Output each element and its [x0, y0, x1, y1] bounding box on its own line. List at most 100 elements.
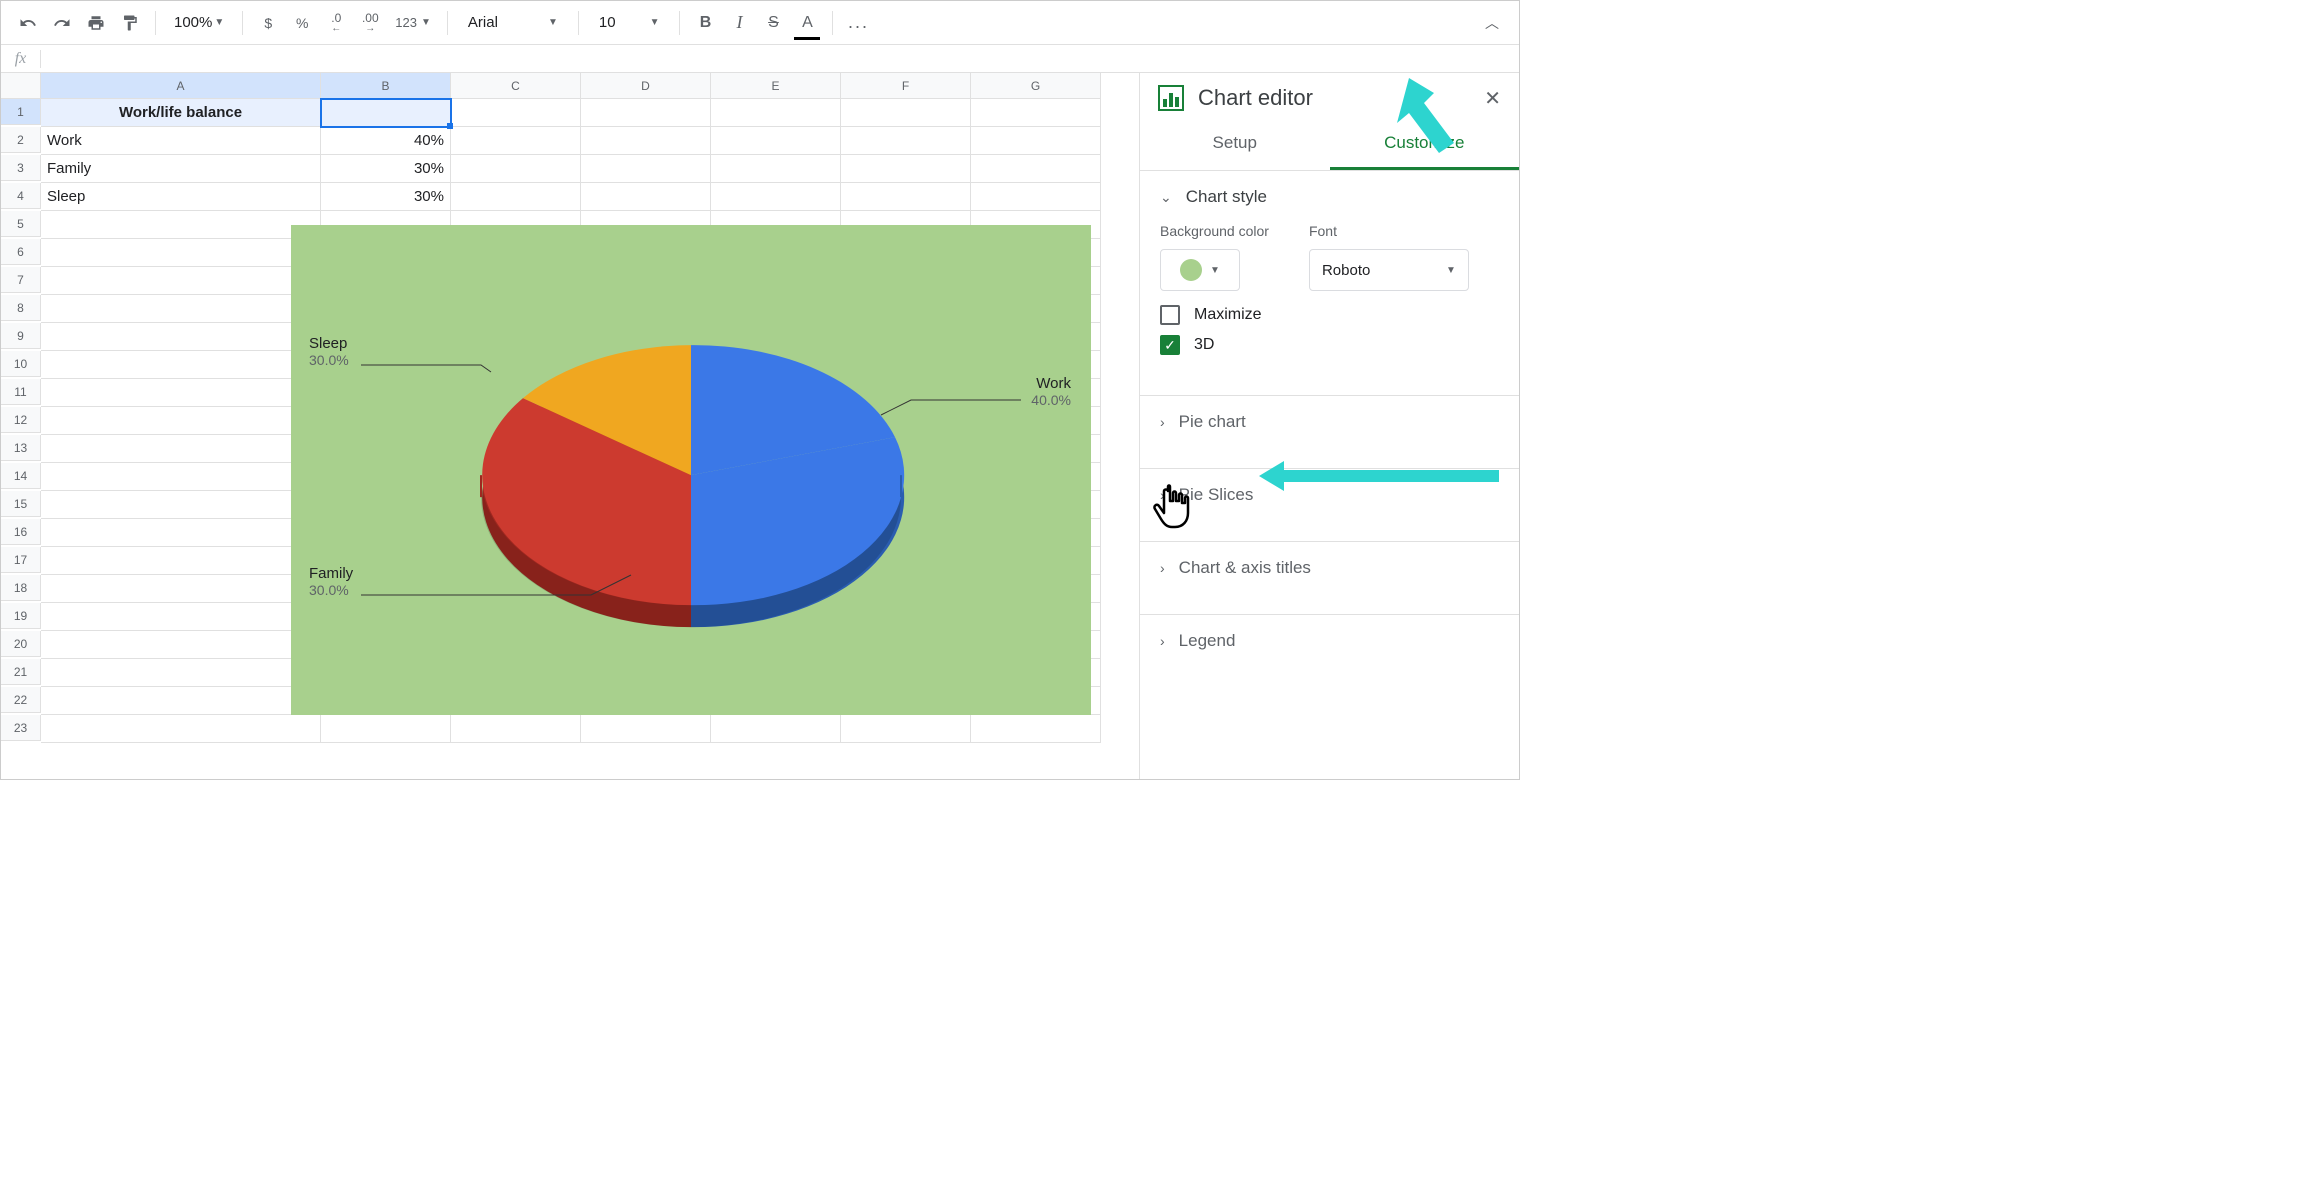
- cell[interactable]: [581, 127, 711, 155]
- cell[interactable]: [41, 463, 321, 491]
- row-header-4[interactable]: 4: [1, 183, 41, 209]
- section-pie-slices[interactable]: › Pie Slices: [1140, 468, 1519, 521]
- bold-button[interactable]: B: [690, 8, 720, 38]
- row-header-16[interactable]: 16: [1, 519, 41, 545]
- print-button[interactable]: [81, 8, 111, 38]
- col-header-G[interactable]: G: [971, 73, 1101, 99]
- row-header-11[interactable]: 11: [1, 379, 41, 405]
- cell[interactable]: [41, 323, 321, 351]
- cell[interactable]: [581, 155, 711, 183]
- cell[interactable]: [41, 351, 321, 379]
- cell[interactable]: [41, 407, 321, 435]
- cell[interactable]: [841, 127, 971, 155]
- row-header-21[interactable]: 21: [1, 659, 41, 685]
- cell[interactable]: [711, 127, 841, 155]
- cell-B4[interactable]: 30%: [321, 183, 451, 211]
- cell[interactable]: [711, 99, 841, 127]
- row-header-17[interactable]: 17: [1, 547, 41, 573]
- row-header-8[interactable]: 8: [1, 295, 41, 321]
- cell-B1[interactable]: [321, 99, 451, 127]
- cell[interactable]: [841, 155, 971, 183]
- cell[interactable]: [41, 687, 321, 715]
- cell[interactable]: [711, 183, 841, 211]
- close-button[interactable]: ✕: [1484, 86, 1501, 111]
- font-picker[interactable]: Roboto▼: [1309, 249, 1469, 291]
- cell[interactable]: [841, 99, 971, 127]
- cell[interactable]: [581, 183, 711, 211]
- cell[interactable]: [41, 491, 321, 519]
- cell-A2[interactable]: Work: [41, 127, 321, 155]
- row-header-14[interactable]: 14: [1, 463, 41, 489]
- cell-A1[interactable]: Work/life balance: [41, 99, 321, 127]
- cell[interactable]: [841, 715, 971, 743]
- row-header-2[interactable]: 2: [1, 127, 41, 153]
- cell[interactable]: [971, 183, 1101, 211]
- row-header-5[interactable]: 5: [1, 211, 41, 237]
- cell[interactable]: [451, 99, 581, 127]
- cell[interactable]: [41, 295, 321, 323]
- section-legend[interactable]: › Legend: [1140, 614, 1519, 667]
- cell[interactable]: [971, 715, 1101, 743]
- row-header-12[interactable]: 12: [1, 407, 41, 433]
- cell[interactable]: [971, 155, 1101, 183]
- more-button[interactable]: ...: [843, 8, 873, 38]
- font-select[interactable]: Arial▼: [458, 14, 568, 31]
- row-header-7[interactable]: 7: [1, 267, 41, 293]
- row-header-20[interactable]: 20: [1, 631, 41, 657]
- cell[interactable]: [41, 575, 321, 603]
- cell-B3[interactable]: 30%: [321, 155, 451, 183]
- formula-bar[interactable]: fx: [1, 45, 1519, 73]
- cell[interactable]: [971, 127, 1101, 155]
- cell-A3[interactable]: Family: [41, 155, 321, 183]
- row-header-10[interactable]: 10: [1, 351, 41, 377]
- row-header-9[interactable]: 9: [1, 323, 41, 349]
- cell[interactable]: [41, 239, 321, 267]
- cell[interactable]: [711, 715, 841, 743]
- row-header-22[interactable]: 22: [1, 687, 41, 713]
- bg-color-picker[interactable]: ▼: [1160, 249, 1240, 291]
- col-header-D[interactable]: D: [581, 73, 711, 99]
- cell[interactable]: [321, 715, 451, 743]
- row-header-3[interactable]: 3: [1, 155, 41, 181]
- row-header-18[interactable]: 18: [1, 575, 41, 601]
- tab-setup[interactable]: Setup: [1140, 119, 1330, 170]
- spreadsheet[interactable]: A B C D E F G 1 Work/life balance 2 Work…: [1, 73, 1139, 779]
- cell[interactable]: [41, 267, 321, 295]
- strike-button[interactable]: S: [758, 8, 788, 38]
- row-header-13[interactable]: 13: [1, 435, 41, 461]
- row-header-1[interactable]: 1: [1, 99, 41, 125]
- cell[interactable]: [41, 659, 321, 687]
- cell-A4[interactable]: Sleep: [41, 183, 321, 211]
- paint-format-button[interactable]: [115, 8, 145, 38]
- cell[interactable]: [41, 631, 321, 659]
- row-header-23[interactable]: 23: [1, 715, 41, 741]
- col-header-F[interactable]: F: [841, 73, 971, 99]
- cell[interactable]: [451, 155, 581, 183]
- select-all-corner[interactable]: [1, 73, 41, 99]
- decrease-decimal-button[interactable]: .0←: [321, 8, 351, 38]
- cell[interactable]: [581, 99, 711, 127]
- percent-button[interactable]: %: [287, 8, 317, 38]
- section-chart-axis-titles[interactable]: › Chart & axis titles: [1140, 541, 1519, 594]
- cell[interactable]: [41, 603, 321, 631]
- cell[interactable]: [451, 183, 581, 211]
- cell[interactable]: [971, 99, 1101, 127]
- 3d-checkbox-row[interactable]: ✓ 3D: [1160, 335, 1499, 355]
- row-header-19[interactable]: 19: [1, 603, 41, 629]
- chart[interactable]: Sleep30.0% Family30.0% Work40.0%: [291, 225, 1091, 715]
- cell[interactable]: [41, 547, 321, 575]
- section-pie-chart[interactable]: › Pie chart: [1140, 395, 1519, 448]
- col-header-E[interactable]: E: [711, 73, 841, 99]
- italic-button[interactable]: I: [724, 8, 754, 38]
- tab-customize[interactable]: Customize: [1330, 119, 1520, 170]
- cell[interactable]: [451, 715, 581, 743]
- zoom-select[interactable]: 100%▼: [166, 14, 232, 31]
- cell[interactable]: [581, 715, 711, 743]
- col-header-B[interactable]: B: [321, 73, 451, 99]
- row-header-6[interactable]: 6: [1, 239, 41, 265]
- section-chart-style[interactable]: ⌄ Chart style: [1140, 171, 1519, 223]
- maximize-checkbox-row[interactable]: Maximize: [1160, 305, 1499, 325]
- fontsize-select[interactable]: 10▼: [589, 14, 670, 31]
- col-header-C[interactable]: C: [451, 73, 581, 99]
- cell[interactable]: [711, 155, 841, 183]
